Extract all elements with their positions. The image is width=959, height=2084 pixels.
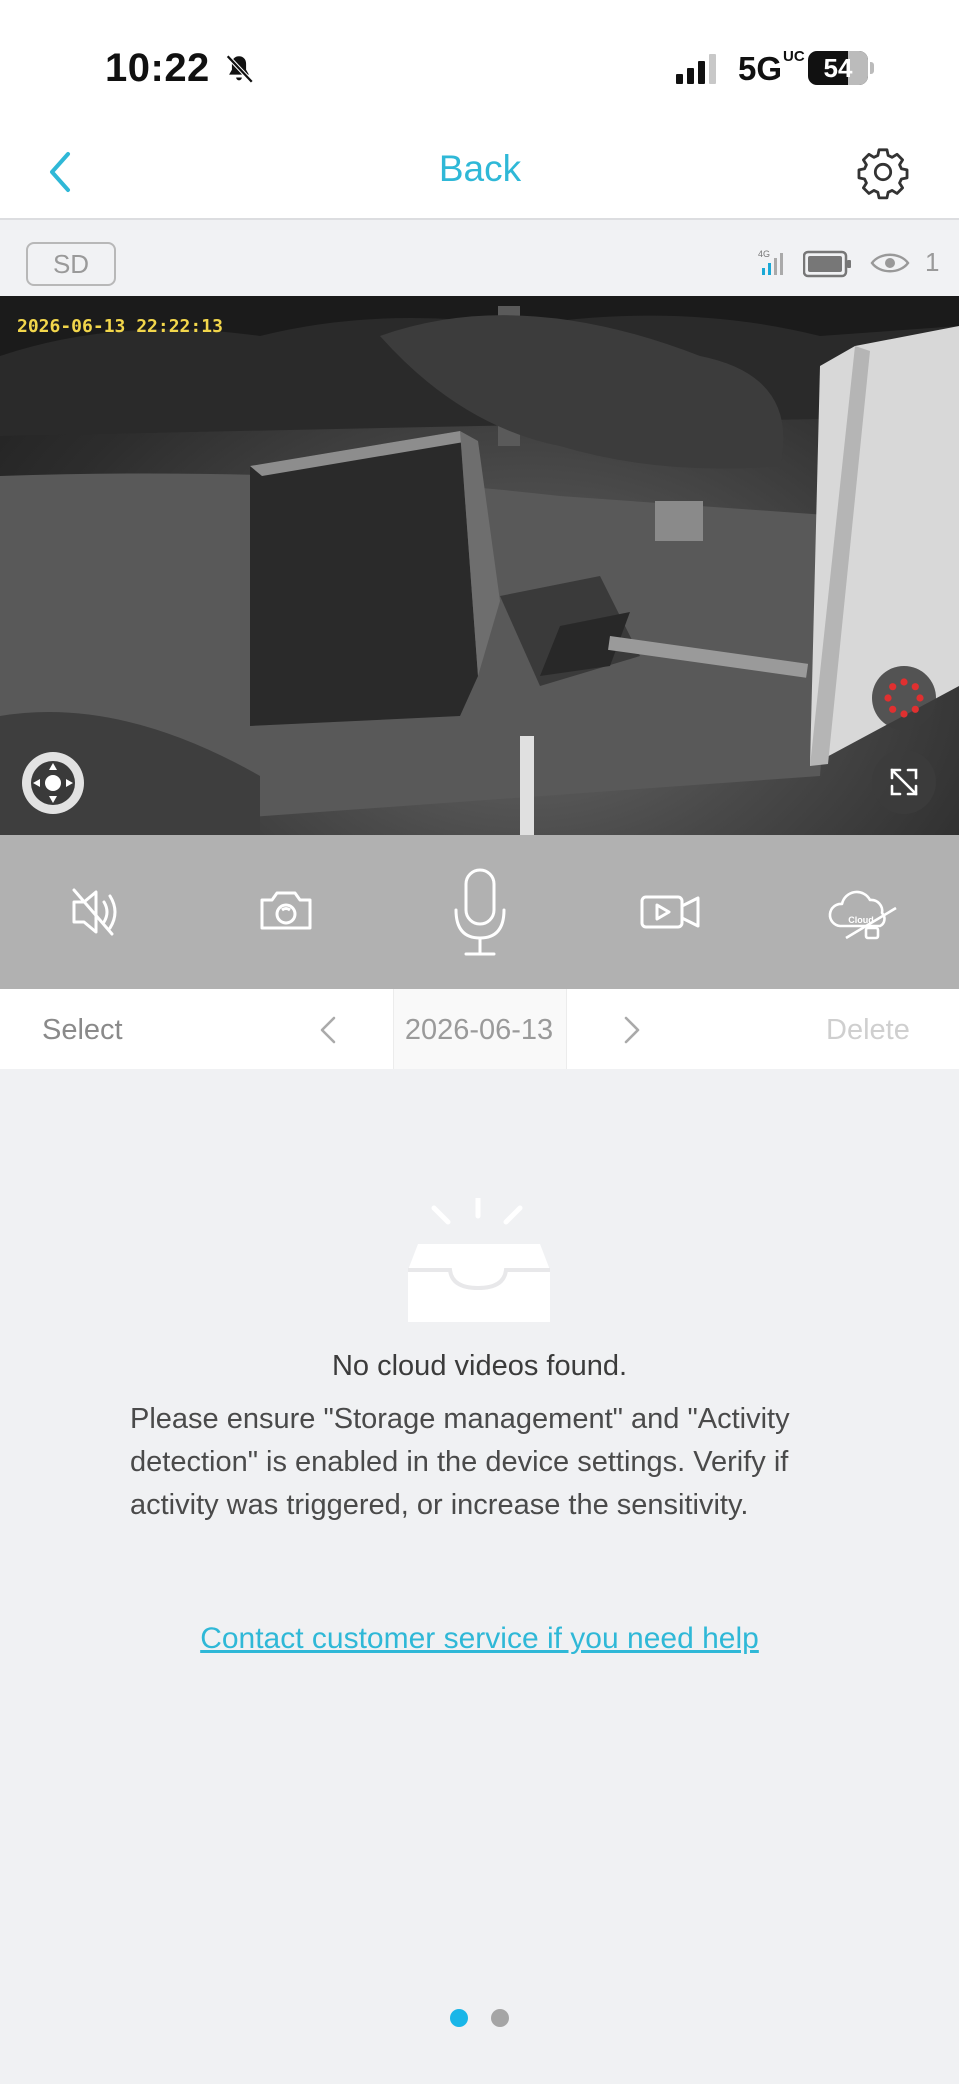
viewer-count: 1 <box>925 247 940 277</box>
battery-icon: 54 <box>808 51 868 85</box>
silent-bell-icon <box>222 52 256 91</box>
svg-text:4G: 4G <box>758 249 770 259</box>
cloud-icon[interactable]: Cloud <box>826 858 902 971</box>
previous-date-chevron-icon[interactable] <box>318 1014 338 1051</box>
video-timestamp: 2026-06-13 22:22:13 <box>17 316 223 337</box>
current-date[interactable]: 2026-06-13 <box>393 1014 565 1047</box>
empty-state-description: Please ensure "Storage management" and "… <box>130 1403 790 1521</box>
sd-storage-badge[interactable]: SD <box>26 242 116 286</box>
page-indicator-active[interactable] <box>450 2009 468 2027</box>
mute-speaker-icon[interactable] <box>68 858 124 971</box>
network-label: 5GUC <box>738 48 805 87</box>
back-chevron-icon[interactable] <box>46 150 76 199</box>
empty-state-title: No cloud videos found. <box>331 1350 628 1382</box>
camera-battery-icon <box>802 250 853 283</box>
microphone-talk-icon[interactable] <box>448 862 512 967</box>
delete-button[interactable]: Delete <box>826 1014 910 1047</box>
fullscreen-icon[interactable] <box>872 750 936 814</box>
gear-icon[interactable] <box>855 144 911 205</box>
ptz-direction-icon[interactable] <box>22 752 84 814</box>
select-button[interactable]: Select <box>42 1014 123 1047</box>
svg-text:Cloud: Cloud <box>848 915 874 925</box>
camera-4g-signal-icon: 4G <box>758 248 794 281</box>
recording-indicator-icon[interactable] <box>872 666 936 730</box>
status-time: 10:22 <box>105 46 210 90</box>
snapshot-camera-icon[interactable] <box>258 858 314 971</box>
battery-nub <box>870 62 874 74</box>
empty-tray-icon <box>400 1195 560 1333</box>
record-video-icon[interactable] <box>638 858 702 971</box>
contact-support-link[interactable]: Contact customer service if you need hel… <box>0 1622 959 1656</box>
live-video-feed[interactable] <box>0 296 959 835</box>
viewers-eye-icon <box>870 250 910 281</box>
page-indicator-inactive[interactable] <box>491 2009 509 2027</box>
cellular-signal-icon <box>676 54 724 89</box>
next-date-chevron-icon[interactable] <box>622 1014 642 1051</box>
page-title[interactable]: Back <box>380 148 580 190</box>
